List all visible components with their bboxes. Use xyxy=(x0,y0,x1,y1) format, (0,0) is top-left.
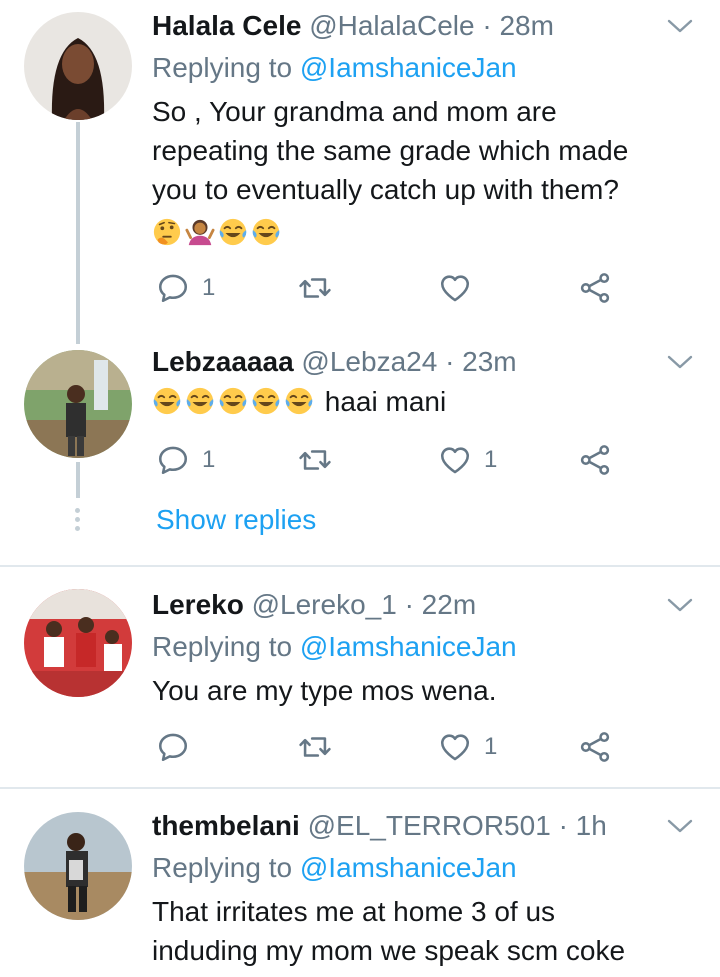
reply-count: 1 xyxy=(202,446,216,473)
tweet-text-content: So , Your grandma and mom are repeating … xyxy=(152,96,629,205)
timestamp[interactable]: · 23m xyxy=(445,346,517,377)
retweet-icon xyxy=(298,443,332,477)
replying-to-line: Replying to @IamshaniceJan xyxy=(152,48,517,88)
replying-to-label: Replying to xyxy=(152,852,293,883)
timestamp[interactable]: · 22m xyxy=(405,589,477,620)
tweet-halala[interactable]: Halala Cele @HalalaCele · 28m Replying t… xyxy=(0,6,720,326)
tears-of-joy-emoji xyxy=(152,386,182,416)
emoji-row xyxy=(152,213,680,252)
retweet-icon xyxy=(298,730,332,764)
like-count: 1 xyxy=(484,733,498,760)
mention-link[interactable]: @IamshaniceJan xyxy=(300,52,517,83)
share-button[interactable] xyxy=(578,268,612,308)
share-icon xyxy=(578,443,612,477)
share-button[interactable] xyxy=(578,727,612,767)
divider xyxy=(0,565,720,567)
mention-link[interactable]: @IamshaniceJan xyxy=(300,631,517,662)
tweet-actions: 1 xyxy=(152,268,622,308)
user-handle[interactable]: @HalalaCele xyxy=(309,10,474,41)
display-name[interactable]: Lebzaaaaa xyxy=(152,346,294,377)
retweet-button[interactable] xyxy=(298,268,332,308)
thinking-face-emoji xyxy=(152,217,182,247)
caret-down-icon[interactable] xyxy=(666,595,694,615)
avatar[interactable] xyxy=(24,589,132,697)
display-name[interactable]: Lereko xyxy=(152,589,244,620)
tears-of-joy-emoji xyxy=(284,386,314,416)
caret-down-icon[interactable] xyxy=(666,16,694,36)
divider xyxy=(0,787,720,789)
like-icon xyxy=(438,271,472,305)
display-name[interactable]: thembelani xyxy=(152,810,300,841)
tweet-header: Lereko @Lereko_1 · 22m xyxy=(152,585,660,625)
avatar[interactable] xyxy=(24,812,132,920)
shrugging-woman-emoji xyxy=(185,217,215,247)
timestamp[interactable]: · 28m xyxy=(482,10,554,41)
reply-button[interactable]: 1 xyxy=(156,268,215,308)
mention-link[interactable]: @IamshaniceJan xyxy=(300,852,517,883)
tweet-lebza[interactable]: Lebzaaaaa @Lebza24 · 23m haai mani 1 1 S… xyxy=(0,342,720,542)
tweet-text-content: haai mani xyxy=(324,386,447,417)
show-replies-link[interactable]: Show replies xyxy=(156,500,316,540)
tweet-header: thembelani @EL_TERROR501 · 1h xyxy=(152,806,660,846)
user-handle[interactable]: @Lereko_1 xyxy=(252,589,397,620)
replying-to-label: Replying to xyxy=(152,52,293,83)
reply-icon xyxy=(156,730,190,764)
tweet-text-line: That irritates me at home 3 of us xyxy=(152,896,556,927)
tweet-lereko[interactable]: Lereko @Lereko_1 · 22m Replying to @Iams… xyxy=(0,585,720,785)
reply-icon xyxy=(156,443,190,477)
replying-to-line: Replying to @IamshaniceJan xyxy=(152,627,517,667)
tweet-text: That irritates me at home 3 of us indudi… xyxy=(152,892,680,970)
tweet-actions: 1 1 xyxy=(152,440,622,480)
retweet-icon xyxy=(298,271,332,305)
reply-button[interactable] xyxy=(156,727,190,767)
user-handle[interactable]: @EL_TERROR501 xyxy=(308,810,551,841)
tweet-header: Halala Cele @HalalaCele · 28m xyxy=(152,6,660,46)
replying-to-label: Replying to xyxy=(152,631,293,662)
reply-count: 1 xyxy=(202,274,216,301)
like-button[interactable] xyxy=(438,268,472,308)
tweet-actions: 1 xyxy=(152,727,622,767)
tears-of-joy-emoji xyxy=(185,386,215,416)
tears-of-joy-emoji xyxy=(251,386,281,416)
retweet-button[interactable] xyxy=(298,440,332,480)
like-button[interactable]: 1 xyxy=(438,440,497,480)
like-count: 1 xyxy=(484,446,498,473)
user-handle[interactable]: @Lebza24 xyxy=(301,346,437,377)
tweet-thembelani[interactable]: thembelani @EL_TERROR501 · 1h Replying t… xyxy=(0,806,720,977)
like-icon xyxy=(438,443,472,477)
tears-of-joy-emoji xyxy=(251,217,281,247)
avatar[interactable] xyxy=(24,12,132,120)
tweet-text: haai mani xyxy=(152,382,680,421)
tweet-text: You are my type mos wena. xyxy=(152,671,680,710)
replying-to-line: Replying to @IamshaniceJan xyxy=(152,848,517,888)
avatar[interactable] xyxy=(24,350,132,458)
caret-down-icon[interactable] xyxy=(666,352,694,372)
tweet-header: Lebzaaaaa @Lebza24 · 23m xyxy=(152,342,660,382)
timestamp[interactable]: · 1h xyxy=(559,810,607,841)
share-icon xyxy=(578,730,612,764)
tears-of-joy-emoji xyxy=(218,386,248,416)
tweet-text-line: induding my mom we speak scm coke xyxy=(152,935,626,966)
caret-down-icon[interactable] xyxy=(666,816,694,836)
share-icon xyxy=(578,271,612,305)
share-button[interactable] xyxy=(578,440,612,480)
tweet-text-content: You are my type mos wena. xyxy=(152,675,497,706)
reply-icon xyxy=(156,271,190,305)
like-icon xyxy=(438,730,472,764)
reply-button[interactable]: 1 xyxy=(156,440,215,480)
like-button[interactable]: 1 xyxy=(438,727,497,767)
tweet-text: So , Your grandma and mom are repeating … xyxy=(152,92,680,252)
retweet-button[interactable] xyxy=(298,727,332,767)
tears-of-joy-emoji xyxy=(218,217,248,247)
display-name[interactable]: Halala Cele xyxy=(152,10,301,41)
